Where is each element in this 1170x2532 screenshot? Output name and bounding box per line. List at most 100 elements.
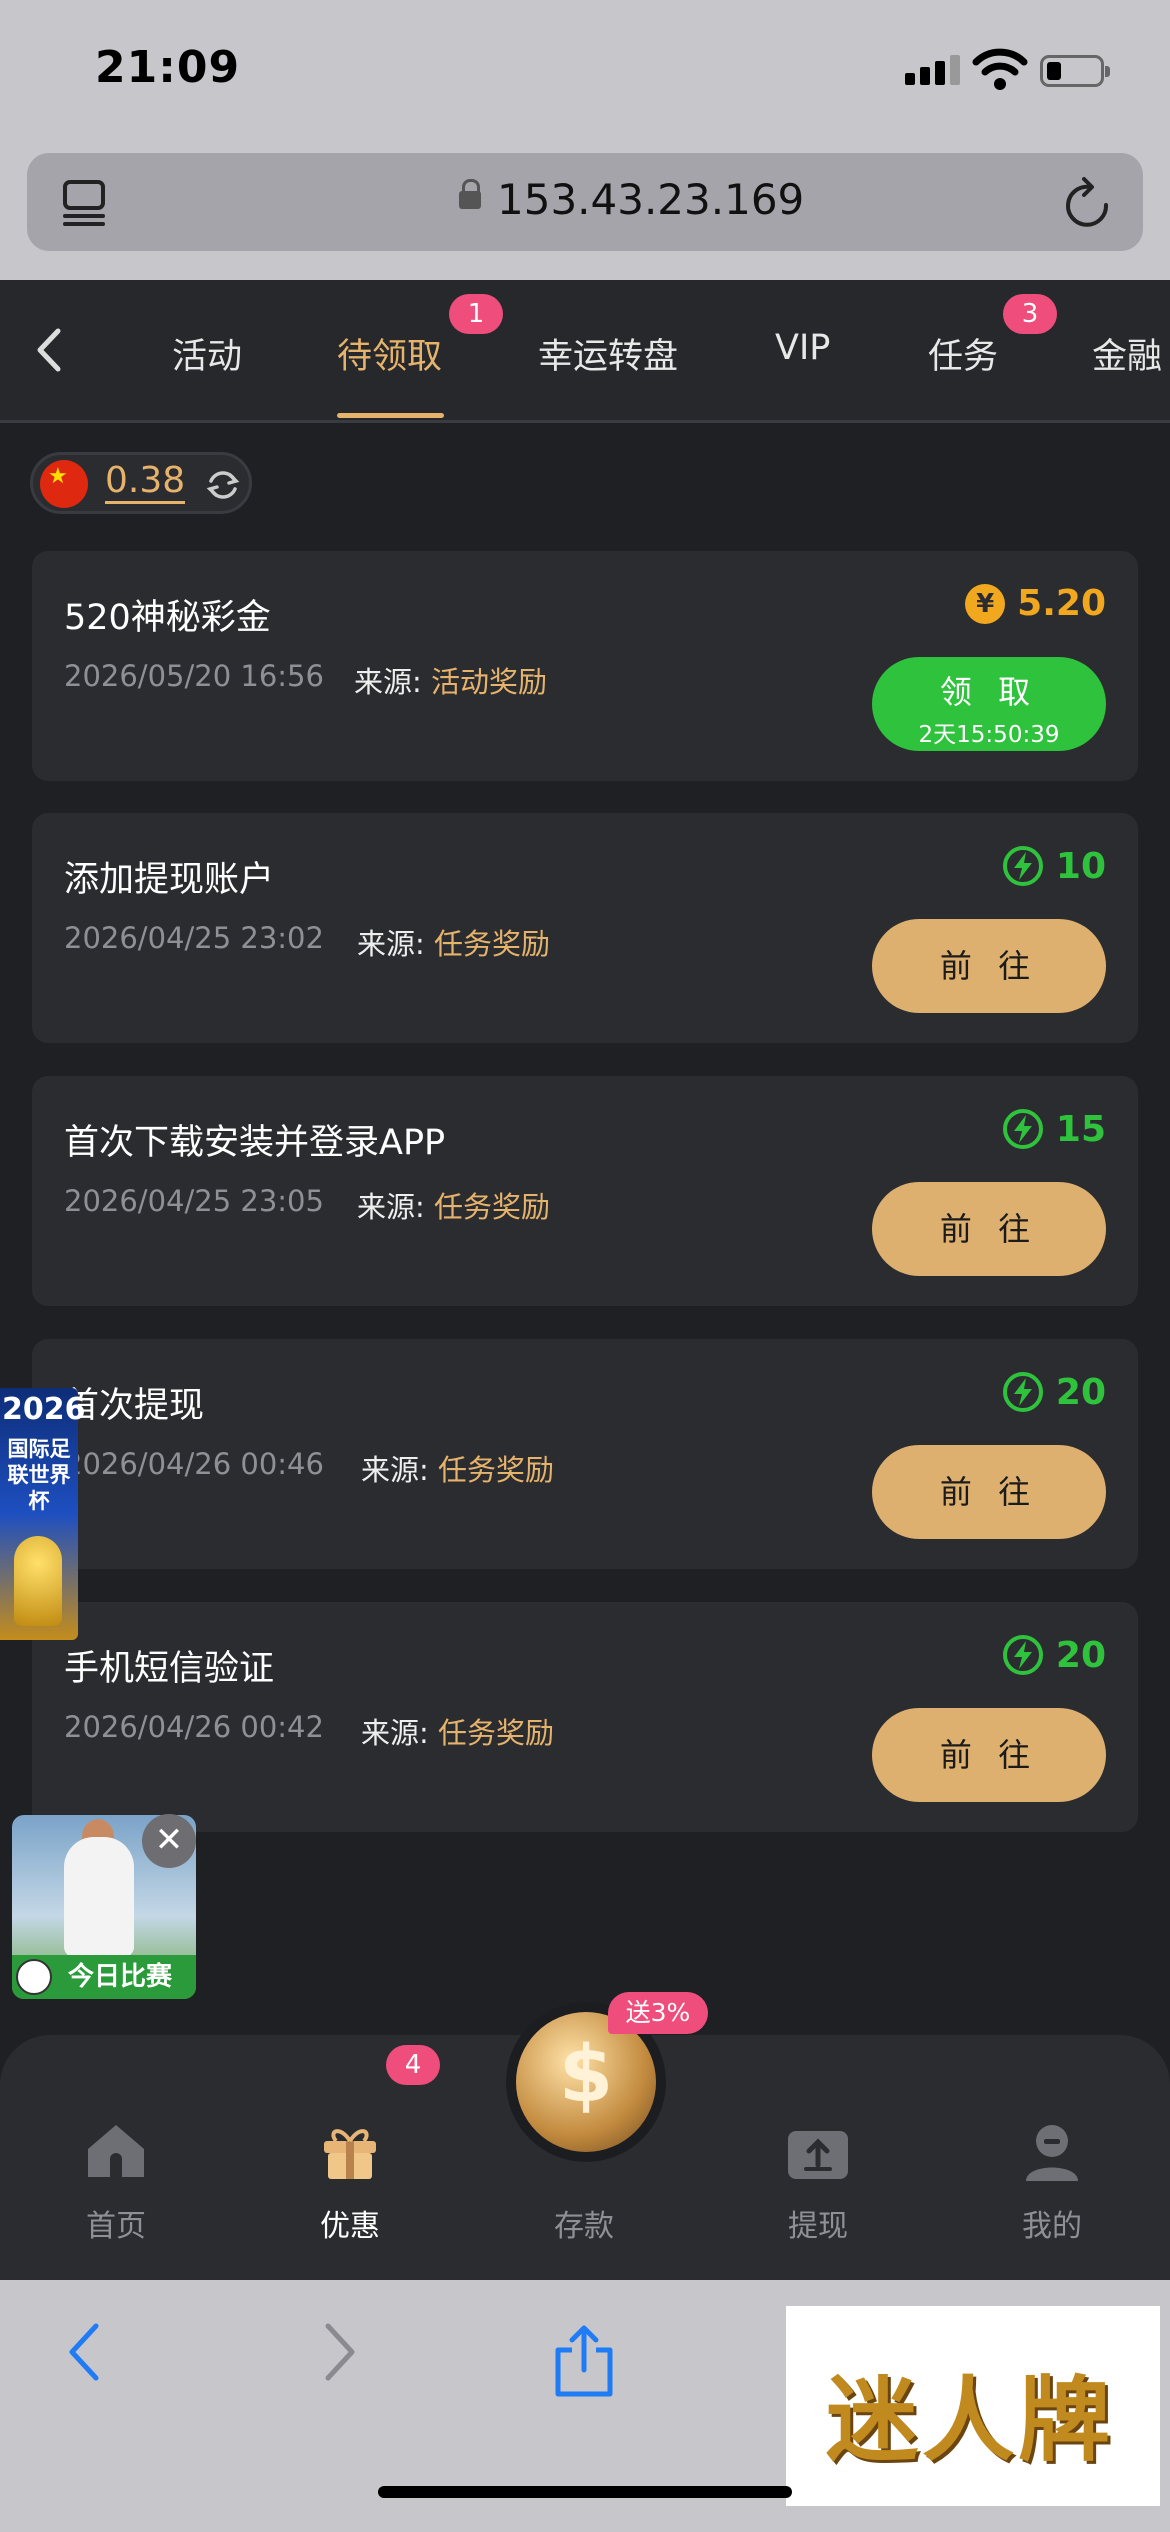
active-tab-indicator [337, 413, 444, 418]
tab-finance[interactable]: 金融 [1092, 328, 1162, 379]
browser-chrome: 153.43.23.169 [0, 150, 1170, 280]
browser-back-icon[interactable] [62, 2320, 106, 2384]
claim-button[interactable]: 领 取 2天15:50:39 [872, 657, 1106, 751]
bolt-icon [1002, 846, 1043, 886]
card-title: 520神秘彩金 [64, 598, 271, 638]
reward-amount: 20 [1002, 1371, 1106, 1413]
tabbar-label: 提现 [788, 2209, 848, 2244]
source-label: 来源: [361, 1716, 438, 1750]
match-ad-label: 今日比赛 [68, 1962, 173, 1992]
card-source: 来源: 任务奖励 [357, 1184, 550, 1226]
go-button[interactable]: 前 往 [872, 919, 1106, 1013]
reward-value: 20 [1055, 1371, 1106, 1413]
reward-value: 5.20 [1017, 583, 1106, 624]
tabbar-label: 存款 [554, 2209, 614, 2244]
card-title: 手机短信验证 [64, 1649, 275, 1689]
reward-value: 20 [1055, 1634, 1106, 1676]
reload-icon[interactable] [1062, 175, 1114, 231]
tabbar-profile[interactable]: 我的 [982, 2115, 1122, 2245]
tabbar-label: 优惠 [320, 2209, 380, 2244]
card-source: 来源: 任务奖励 [357, 921, 550, 963]
card-date: 2026/04/25 23:02 [64, 921, 324, 955]
tabbar-label: 我的 [1022, 2209, 1082, 2244]
reward-value: 10 [1055, 845, 1106, 887]
soccer-ball-icon [16, 1959, 52, 1995]
source-value: 任务奖励 [434, 927, 551, 961]
tabbar-home[interactable]: 首页 [46, 2115, 186, 2245]
lock-icon [459, 179, 481, 209]
home-indicator [378, 2486, 792, 2498]
worldcup-text: 国际足联世界杯 [7, 1437, 71, 1513]
china-flag-icon: ★ [40, 460, 88, 508]
reward-amount: 10 [1002, 845, 1106, 887]
card-title: 首次下载安装并登录APP [64, 1123, 446, 1163]
status-bar: 21:09 [0, 0, 1170, 150]
balance-value: 0.38 [105, 461, 186, 504]
refresh-icon[interactable] [205, 467, 241, 503]
card-date: 2026/04/25 23:05 [64, 1184, 324, 1218]
dollar-icon: $ [558, 2030, 614, 2120]
card-date: 2026/05/20 16:56 [64, 659, 324, 693]
tab-vip[interactable]: VIP [775, 328, 830, 368]
watermark-text: 迷人牌 [826, 2366, 1115, 2474]
card-source: 来源: 任务奖励 [361, 1447, 554, 1489]
worldcup-year: 2026 [2, 1392, 86, 1427]
worldcup-ad[interactable]: 2026 国际足联世界杯 [0, 1388, 86, 1640]
bolt-icon [1002, 1109, 1043, 1149]
tab-pending-claim[interactable]: 待领取 [337, 328, 442, 379]
tab-lucky-wheel[interactable]: 幸运转盘 [538, 328, 678, 379]
home-icon [88, 2125, 144, 2177]
category-tabs: 活动 待领取 1 幸运转盘 VIP 任务 3 金融 [0, 280, 1170, 423]
pending-claim-badge: 1 [449, 294, 503, 334]
reward-card: 首次提现 2026/04/26 00:46 来源: 任务奖励 20 前 往 [32, 1339, 1138, 1569]
bolt-icon [1002, 1372, 1043, 1412]
tabbar-label: 首页 [86, 2209, 146, 2244]
go-button[interactable]: 前 往 [872, 1182, 1106, 1276]
trophy-icon [14, 1536, 62, 1626]
coin-icon: ¥ [965, 583, 1006, 624]
battery-icon [1040, 55, 1110, 87]
source-label: 来源: [361, 1453, 438, 1487]
close-ad-button[interactable]: ✕ [142, 1814, 196, 1868]
reward-value: 15 [1055, 1108, 1106, 1150]
tabbar-withdraw[interactable]: 提现 [748, 2115, 888, 2245]
tab-activities[interactable]: 活动 [172, 328, 242, 379]
card-title: 添加提现账户 [64, 860, 275, 900]
source-value: 任务奖励 [438, 1716, 555, 1750]
card-source: 来源: 任务奖励 [361, 1710, 554, 1752]
back-chevron-icon[interactable] [30, 325, 66, 375]
claim-countdown: 2天15:50:39 [918, 722, 1060, 748]
go-button[interactable]: 前 往 [872, 1445, 1106, 1539]
cellular-signal-icon [905, 55, 960, 85]
profile-icon [1026, 2125, 1078, 2181]
source-label: 来源: [357, 1190, 434, 1224]
address-bar[interactable]: 153.43.23.169 [27, 153, 1143, 251]
source-value: 任务奖励 [434, 1190, 551, 1224]
reward-amount: ¥ 5.20 [965, 583, 1106, 624]
watermark-logo: 迷人牌 [786, 2306, 1160, 2506]
promotions-badge: 4 [386, 2045, 440, 2085]
tasks-badge: 3 [1003, 294, 1057, 334]
browser-forward-icon[interactable] [318, 2320, 362, 2384]
url-text[interactable]: 153.43.23.169 [497, 175, 804, 224]
reward-amount: 20 [1002, 1634, 1106, 1676]
card-source: 来源: 活动奖励 [354, 659, 547, 701]
source-value: 活动奖励 [431, 665, 548, 699]
tabbar-promotions[interactable]: 优惠 [280, 2115, 420, 2245]
withdraw-icon [788, 2131, 848, 2179]
reward-card: 520神秘彩金 2026/05/20 16:56 来源: 活动奖励 ¥ 5.20… [32, 551, 1138, 781]
share-icon[interactable] [550, 2322, 618, 2398]
claim-label: 领 取 [939, 673, 1039, 711]
wifi-icon [972, 48, 1028, 90]
go-button[interactable]: 前 往 [872, 1708, 1106, 1802]
tab-tasks[interactable]: 任务 [928, 328, 998, 379]
source-label: 来源: [354, 665, 431, 699]
card-date: 2026/04/26 00:42 [64, 1710, 324, 1744]
source-value: 任务奖励 [438, 1453, 555, 1487]
balance-pill: ★ 0.38 [30, 452, 252, 514]
tab-overview-icon[interactable] [61, 178, 111, 228]
deposit-bonus-badge: 送3% [608, 1992, 708, 2034]
card-date: 2026/04/26 00:46 [64, 1447, 324, 1481]
source-label: 来源: [357, 927, 434, 961]
gift-icon [324, 2129, 376, 2179]
